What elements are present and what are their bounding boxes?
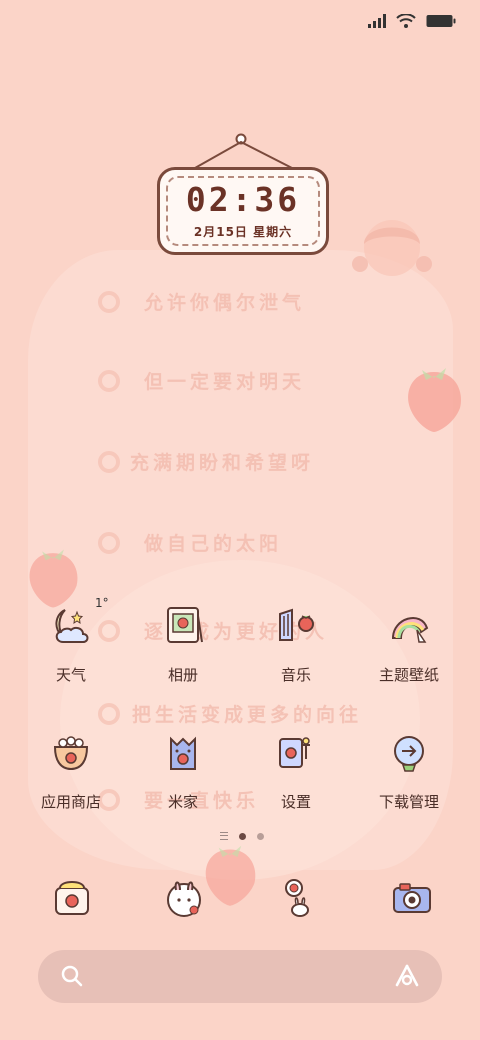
page-indicator[interactable] bbox=[220, 832, 264, 840]
app-settings[interactable]: 设置 bbox=[241, 729, 351, 812]
wallpaper-line: 做自己的太阳 bbox=[98, 529, 282, 556]
wallpaper-line: 但一定要对明天 bbox=[98, 367, 305, 394]
app-app-store[interactable]: 应用商店 bbox=[16, 729, 126, 812]
app-label: 主题壁纸 bbox=[378, 666, 439, 684]
phone-icon[interactable] bbox=[48, 874, 96, 922]
app-download-manager[interactable]: 下载管理 bbox=[354, 729, 464, 812]
clock-hanger-icon bbox=[194, 133, 293, 169]
app-label: 设置 bbox=[280, 793, 311, 811]
download-manager-icon bbox=[394, 736, 424, 772]
page-list-icon[interactable] bbox=[220, 832, 228, 840]
app-label: 应用商店 bbox=[40, 793, 101, 811]
app-music[interactable]: 音乐 bbox=[241, 602, 351, 685]
search-bar[interactable] bbox=[38, 950, 442, 1003]
girl-decoration-icon bbox=[352, 220, 432, 276]
app-weather[interactable]: 天气 bbox=[16, 602, 126, 685]
page-dot[interactable] bbox=[257, 832, 264, 840]
app-album[interactable]: 相册 bbox=[128, 602, 238, 685]
clock-date: 2月15日 星期六 bbox=[193, 225, 293, 239]
page-dot-active[interactable] bbox=[239, 832, 246, 840]
settings-icon bbox=[279, 737, 310, 768]
strawberry-decoration-icon bbox=[29, 549, 78, 608]
app-label: 天气 bbox=[55, 666, 86, 684]
app-store-icon bbox=[53, 736, 89, 771]
strawberry-decoration-icon bbox=[205, 845, 256, 906]
weather-moon-icon bbox=[55, 609, 89, 643]
strawberry-decoration-icon bbox=[408, 368, 461, 432]
mijia-icon bbox=[170, 736, 196, 770]
bunny-contacts-icon[interactable] bbox=[160, 874, 208, 922]
app-label: 米家 bbox=[167, 793, 198, 811]
camera-icon[interactable] bbox=[388, 874, 436, 922]
wallpaper-line: 把生活变成更多的向往 bbox=[98, 700, 362, 727]
search-input[interactable] bbox=[98, 962, 382, 992]
wallpaper-line: 允许你偶尔泄气 bbox=[98, 288, 305, 315]
messages-icon[interactable] bbox=[272, 874, 320, 922]
assistant-icon[interactable] bbox=[394, 963, 420, 989]
album-icon bbox=[167, 607, 203, 643]
app-label: 音乐 bbox=[280, 666, 311, 684]
app-theme-wallpaper[interactable]: 主题壁纸 bbox=[354, 602, 464, 685]
app-mijia[interactable]: 米家 bbox=[128, 729, 238, 812]
search-icon[interactable] bbox=[60, 964, 84, 988]
app-label: 下载管理 bbox=[378, 793, 439, 811]
clock-widget[interactable]: 02:36 2月15日 星期六 bbox=[157, 167, 329, 255]
wallpaper-line: 充满期盼和希望呀 bbox=[98, 448, 314, 475]
clock-time: 02:36 bbox=[185, 180, 301, 219]
app-label: 相册 bbox=[167, 666, 198, 684]
theme-wallpaper-icon bbox=[391, 617, 429, 643]
music-icon bbox=[279, 608, 314, 641]
